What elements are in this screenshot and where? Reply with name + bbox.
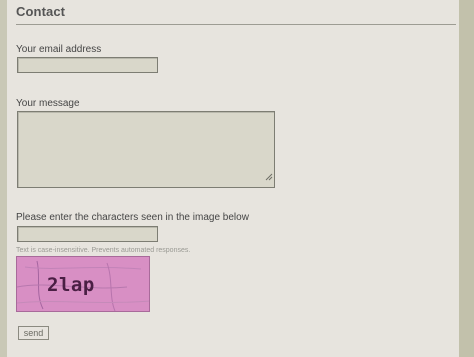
email-label: Your email address — [16, 44, 102, 55]
message-label: Your message — [16, 98, 80, 109]
title-divider — [16, 24, 456, 25]
captcha-image-text: 2lap — [47, 274, 95, 296]
email-field[interactable] — [17, 57, 158, 73]
page-title: Contact — [16, 4, 66, 19]
page-edge-strip — [459, 0, 474, 357]
captcha-label: Please enter the characters seen in the … — [16, 212, 249, 223]
message-field[interactable] — [17, 111, 275, 188]
resize-grip-icon[interactable] — [265, 173, 273, 181]
captcha-hint: Text is case-insensitive. Prevents autom… — [16, 247, 191, 254]
contact-panel: Contact Your email address Your message … — [7, 0, 459, 357]
captcha-image: 2lap — [16, 256, 150, 312]
captcha-field[interactable] — [17, 226, 158, 242]
send-button[interactable]: send — [18, 326, 49, 340]
